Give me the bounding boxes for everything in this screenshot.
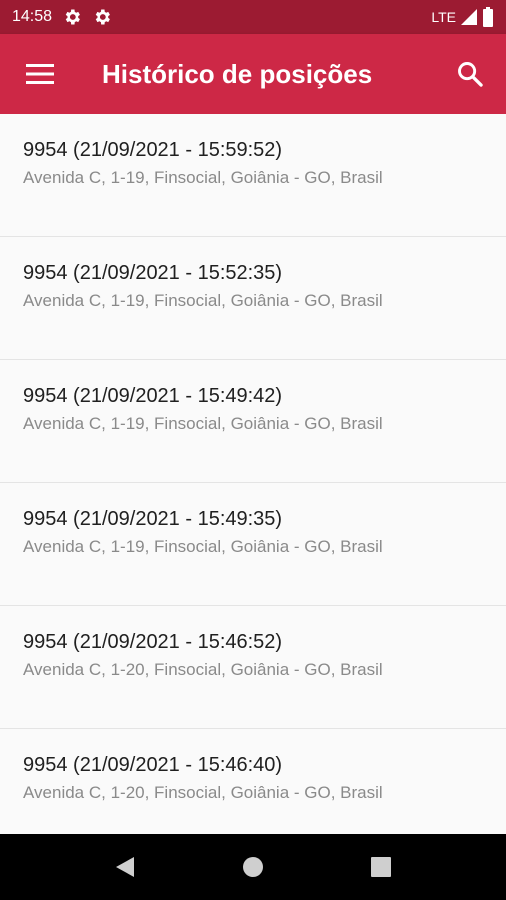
position-title: 9954 (21/09/2021 - 15:52:35) [23,262,283,284]
position-address: Avenida C, 1-20, Finsocial, Goiânia - GO… [23,783,383,802]
signal-icon [461,9,477,25]
status-bar: 14:58 LTE [0,0,506,34]
position-list: 9954 (21/09/2021 - 15:59:52) Avenida C, … [0,114,506,834]
system-nav-bar [0,834,506,900]
back-button[interactable] [95,837,155,897]
list-item[interactable]: 9954 (21/09/2021 - 15:49:42) Avenida C, … [0,360,506,483]
status-right: LTE [431,7,494,27]
search-icon [458,62,483,87]
recents-button[interactable] [351,837,411,897]
position-title: 9954 (21/09/2021 - 15:46:40) [23,754,283,776]
position-address: Avenida C, 1-19, Finsocial, Goiânia - GO… [23,168,383,187]
list-item[interactable]: 9954 (21/09/2021 - 15:49:35) Avenida C, … [0,483,506,606]
list-item[interactable]: 9954 (21/09/2021 - 15:59:52) Avenida C, … [0,114,506,237]
hamburger-menu-icon [26,64,54,84]
position-address: Avenida C, 1-20, Finsocial, Goiânia - GO… [23,660,383,679]
position-title: 9954 (21/09/2021 - 15:49:42) [23,385,283,407]
position-address: Avenida C, 1-19, Finsocial, Goiânia - GO… [23,537,383,556]
page-title: Histórico de posições [102,58,373,89]
settings-gear-icon [65,9,80,25]
battery-icon [483,7,493,27]
position-title: 9954 (21/09/2021 - 15:59:52) [23,139,283,161]
back-icon [116,857,134,877]
search-button[interactable] [446,50,494,98]
recents-icon [371,857,391,877]
home-icon [243,857,263,877]
network-type: LTE [431,9,456,25]
position-title: 9954 (21/09/2021 - 15:49:35) [23,508,283,530]
list-item[interactable]: 9954 (21/09/2021 - 15:46:40) Avenida C, … [0,729,506,834]
status-time: 14:58 [12,8,53,25]
menu-button[interactable] [12,46,68,102]
position-title: 9954 (21/09/2021 - 15:46:52) [23,631,283,653]
list-item[interactable]: 9954 (21/09/2021 - 15:52:35) Avenida C, … [0,237,506,360]
app-bar: Histórico de posições [0,34,506,114]
list-item[interactable]: 9954 (21/09/2021 - 15:46:52) Avenida C, … [0,606,506,729]
home-button[interactable] [223,837,283,897]
position-address: Avenida C, 1-19, Finsocial, Goiânia - GO… [23,414,383,433]
settings-gear-icon [95,9,110,25]
position-address: Avenida C, 1-19, Finsocial, Goiânia - GO… [23,291,383,310]
